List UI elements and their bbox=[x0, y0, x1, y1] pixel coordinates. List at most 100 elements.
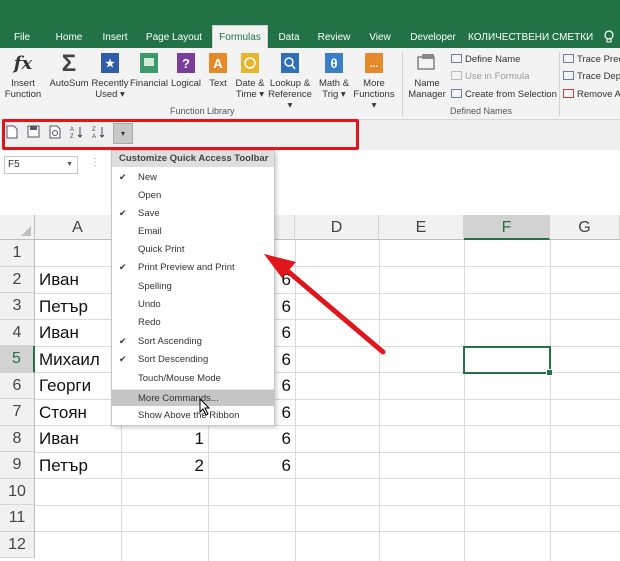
lookup-reference-button[interactable]: Lookup & Reference ▾ bbox=[266, 50, 314, 111]
cell-c9[interactable]: 6 bbox=[208, 453, 291, 479]
insert-function-button[interactable]: fx Insert Function bbox=[3, 50, 43, 100]
menu-item-new[interactable]: ✔ New bbox=[112, 169, 274, 186]
column-header-e[interactable]: E bbox=[379, 215, 464, 240]
cell-a3[interactable]: Петър bbox=[39, 294, 88, 320]
cell-a6[interactable]: Георги bbox=[39, 373, 91, 399]
menu-item-print-preview[interactable]: ✔ Print Preview and Print bbox=[112, 259, 274, 276]
menu-item-label: New bbox=[138, 172, 158, 183]
tab-page-layout[interactable]: Page Layout bbox=[142, 27, 206, 48]
group-separator bbox=[402, 52, 403, 116]
menu-item-touch-mouse-mode[interactable]: Touch/Mouse Mode bbox=[112, 370, 274, 387]
tab-data[interactable]: Data bbox=[274, 27, 304, 48]
cell-a9[interactable]: Петър bbox=[39, 453, 88, 479]
trace-dependents-icon bbox=[563, 71, 574, 80]
menu-item-email[interactable]: Email bbox=[112, 223, 274, 240]
row-header-2[interactable]: 2 bbox=[0, 266, 35, 293]
tab-formulas[interactable]: Formulas bbox=[212, 25, 268, 48]
cell-b8[interactable]: 1 bbox=[121, 426, 204, 452]
row-header-1[interactable]: 1 bbox=[0, 240, 35, 267]
row-header-11[interactable]: 11 bbox=[0, 505, 35, 532]
name-box[interactable]: F5 ▼ bbox=[4, 156, 78, 174]
row-header-8[interactable]: 8 bbox=[0, 425, 35, 452]
formula-bar-handle[interactable]: ⋮ bbox=[90, 157, 100, 168]
cell-a8[interactable]: Иван bbox=[39, 426, 79, 452]
menu-item-label: Redo bbox=[138, 317, 161, 328]
menu-item-sort-descending[interactable]: ✔ Sort Descending bbox=[112, 351, 274, 368]
text-button[interactable]: A Text bbox=[204, 50, 232, 89]
trace-dependents-label: Trace Dep bbox=[577, 71, 620, 82]
menu-item-show-above-ribbon[interactable]: Show Above the Ribbon bbox=[112, 407, 274, 424]
more-functions-button[interactable]: ... More Functions ▾ bbox=[351, 50, 397, 111]
gridline bbox=[550, 240, 551, 561]
select-all-corner[interactable] bbox=[0, 215, 35, 240]
ribbon-formulas: fx Insert Function Σ AutoSum ★ Recently … bbox=[0, 48, 620, 120]
text-book-icon: A bbox=[206, 50, 230, 76]
trace-dependents-button[interactable]: Trace Dep bbox=[563, 70, 620, 84]
recently-used-button[interactable]: ★ Recently Used ▾ bbox=[91, 50, 129, 100]
row-header-6[interactable]: 6 bbox=[0, 372, 35, 399]
tab-home[interactable]: Home bbox=[50, 27, 88, 48]
function-library-group-label: Function Library bbox=[170, 106, 235, 116]
menu-item-sort-ascending[interactable]: ✔ Sort Ascending bbox=[112, 333, 274, 350]
name-manager-button[interactable]: Name Manager bbox=[406, 50, 448, 100]
tab-view[interactable]: View bbox=[364, 27, 396, 48]
tab-developer[interactable]: Developer bbox=[406, 27, 460, 48]
create-from-selection-button[interactable]: Create from Selection bbox=[451, 88, 557, 102]
menu-item-open[interactable]: Open bbox=[112, 187, 274, 204]
cell-a4[interactable]: Иван bbox=[39, 320, 79, 346]
tab-file[interactable]: File bbox=[8, 27, 36, 48]
row-header-3[interactable]: 3 bbox=[0, 293, 35, 320]
menu-item-label: Quick Print bbox=[138, 244, 185, 255]
check-icon: ✔ bbox=[119, 336, 127, 346]
tab-insert[interactable]: Insert bbox=[97, 27, 133, 48]
cell-a7[interactable]: Стоян bbox=[39, 400, 87, 426]
menu-item-label: Save bbox=[138, 208, 160, 219]
create-from-selection-icon bbox=[451, 89, 462, 98]
menu-item-undo[interactable]: Undo bbox=[112, 296, 274, 313]
cell-a5[interactable]: Михаил bbox=[39, 347, 100, 373]
row-header-12[interactable]: 12 bbox=[0, 531, 35, 558]
menu-item-label: Open bbox=[138, 190, 162, 201]
use-in-formula-button[interactable]: Use in Formula bbox=[451, 70, 529, 84]
tell-me-bulb-icon[interactable] bbox=[604, 30, 614, 44]
column-header-d[interactable]: D bbox=[295, 215, 379, 240]
check-icon: ✔ bbox=[119, 208, 127, 218]
define-name-button[interactable]: Define Name bbox=[451, 53, 520, 67]
cell-b9[interactable]: 2 bbox=[121, 453, 204, 479]
column-header-f[interactable]: F bbox=[464, 215, 550, 240]
logical-button[interactable]: ? Logical bbox=[168, 50, 204, 89]
math-label2: Trig ▾ bbox=[322, 89, 346, 100]
defined-names-group-label: Defined Names bbox=[450, 106, 513, 116]
trace-precedents-button[interactable]: Trace Prec bbox=[563, 53, 620, 67]
tab-review[interactable]: Review bbox=[314, 27, 354, 48]
active-cell-f5[interactable] bbox=[463, 346, 553, 376]
financial-button[interactable]: Financial bbox=[130, 50, 168, 89]
name-manager-label2: Manager bbox=[408, 89, 446, 100]
chevron-down-icon[interactable]: ▼ bbox=[66, 157, 73, 173]
svg-text:A: A bbox=[213, 56, 223, 71]
menu-item-spelling[interactable]: Spelling bbox=[112, 278, 274, 295]
row-header-7[interactable]: 7 bbox=[0, 399, 35, 426]
menu-item-label: Sort Descending bbox=[138, 354, 209, 365]
date-time-button[interactable]: Date & Time ▾ bbox=[233, 50, 267, 100]
define-name-label: Define Name bbox=[465, 54, 521, 65]
autosum-button[interactable]: Σ AutoSum bbox=[48, 50, 90, 89]
math-trig-button[interactable]: θ Math & Trig ▾ bbox=[316, 50, 352, 100]
remove-arrows-button[interactable]: Remove A bbox=[563, 88, 620, 102]
remove-arrows-label: Remove A bbox=[577, 89, 620, 100]
menu-item-save[interactable]: ✔ Save bbox=[112, 205, 274, 222]
row-header-10[interactable]: 10 bbox=[0, 478, 35, 505]
customize-qat-menu: Customize Quick Access Toolbar ✔ New Open… bbox=[111, 150, 275, 426]
tab-custom[interactable]: КОЛИЧЕСТВЕНИ СМЕТКИ bbox=[468, 27, 593, 48]
cell-a2[interactable]: Иван bbox=[39, 267, 79, 293]
column-header-a[interactable]: A bbox=[35, 215, 121, 240]
row-header-5[interactable]: 5 bbox=[0, 346, 35, 373]
menu-item-more-commands[interactable]: More Commands... bbox=[112, 389, 274, 406]
row-header-9[interactable]: 9 bbox=[0, 452, 35, 479]
column-header-g[interactable]: G bbox=[550, 215, 620, 240]
cell-c8[interactable]: 6 bbox=[208, 426, 291, 452]
group-separator bbox=[559, 52, 560, 116]
menu-item-quick-print[interactable]: Quick Print bbox=[112, 241, 274, 258]
row-header-4[interactable]: 4 bbox=[0, 319, 35, 346]
menu-item-redo[interactable]: Redo bbox=[112, 314, 274, 331]
